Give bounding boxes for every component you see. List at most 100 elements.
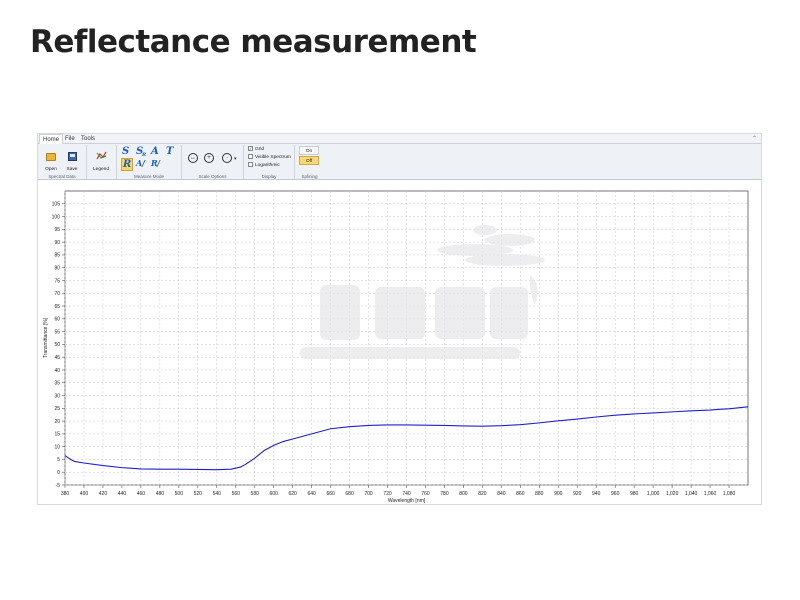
page-title: Reflectance measurement <box>30 24 477 60</box>
x-tick-label: 600 <box>270 491 279 497</box>
visible-spectrum-checkbox[interactable]: Visible Spectrum <box>248 154 291 160</box>
legend-button-label: Legend <box>92 167 109 172</box>
display-group-label: Display <box>261 174 277 179</box>
grid-checkbox-label: Grid <box>255 146 265 152</box>
y-tick-label: -5 <box>56 483 61 489</box>
x-tick-label: 560 <box>232 491 241 497</box>
open-button[interactable]: Open <box>42 148 60 172</box>
x-tick-label: 500 <box>175 491 184 497</box>
zoom-dropdown-chevron-icon[interactable]: ▾ <box>234 156 237 162</box>
y-tick-label: 100 <box>52 214 61 220</box>
x-tick-label: 620 <box>288 491 297 497</box>
x-tick-label: 640 <box>307 491 316 497</box>
x-axis-label: Wavelength [nm] <box>388 498 426 504</box>
x-tick-label: 800 <box>459 491 468 497</box>
y-tick-label: 30 <box>54 393 60 399</box>
tab-file[interactable]: File <box>65 134 75 144</box>
legend-button[interactable]: Legend <box>92 148 110 172</box>
logarithmic-checkbox[interactable]: Logarithmic <box>248 162 280 168</box>
mode-r-button[interactable]: R <box>121 158 134 171</box>
x-tick-label: 420 <box>99 491 108 497</box>
display-group: ✓ Grid Visible Spectrum Logarithmic Displ… <box>244 145 295 179</box>
y-tick-label: 35 <box>54 381 60 387</box>
x-tick-label: 660 <box>326 491 335 497</box>
splining-group: On Off Splining <box>295 145 324 179</box>
grid-checkbox[interactable]: ✓ Grid <box>248 146 264 152</box>
folder-icon <box>46 153 56 161</box>
x-tick-label: 1,060 <box>704 491 717 497</box>
y-tick-label: 95 <box>54 227 60 233</box>
x-tick-label: 400 <box>80 491 89 497</box>
x-tick-label: 780 <box>440 491 449 497</box>
spectral-data-group-label: Spectral Data <box>48 174 76 179</box>
y-axis-label: Transmittance [%] <box>43 317 49 358</box>
x-tick-label: 580 <box>251 491 260 497</box>
x-tick-label: 740 <box>402 491 411 497</box>
legend-icon <box>95 151 107 160</box>
x-tick-label: 720 <box>383 491 392 497</box>
open-button-label: Open <box>45 167 57 172</box>
save-disk-icon <box>67 152 77 161</box>
save-button[interactable]: Save <box>63 148 81 172</box>
visible-spectrum-checkbox-box <box>248 154 253 159</box>
transmittance-plot[interactable]: 380 400 420 440 460 480 500 520 540 560 580 600 620 6… <box>38 181 761 505</box>
x-tick-label: 1,020 <box>666 491 679 497</box>
y-tick-label: 50 <box>54 342 60 348</box>
y-tick-label: 105 <box>52 202 61 208</box>
x-tick-label: 1,040 <box>685 491 698 497</box>
measure-mode-group-label: Measure Mode <box>133 174 164 179</box>
legend-group: Legend <box>87 145 117 179</box>
x-tick-label: 680 <box>345 491 354 497</box>
scale-options-group: ↔ + · ▾ Scale Options <box>182 145 244 179</box>
y-tick-label: 70 <box>54 291 60 297</box>
visible-spectrum-checkbox-label: Visible Spectrum <box>255 154 291 160</box>
x-tick-label: 760 <box>421 491 430 497</box>
tab-tools[interactable]: Tools <box>81 134 95 144</box>
x-tick-label: 540 <box>213 491 222 497</box>
y-tick-label: 90 <box>54 240 60 246</box>
logarithmic-checkbox-label: Logarithmic <box>255 162 280 168</box>
x-tick-label: 460 <box>137 491 146 497</box>
splining-on-button[interactable]: On <box>299 146 319 155</box>
x-tick-label: 880 <box>535 491 544 497</box>
y-tick-label: 5 <box>57 457 60 463</box>
y-tick-label: 20 <box>54 419 60 425</box>
y-tick-label: 80 <box>54 265 60 271</box>
scale-options-group-label: Scale Options <box>198 174 227 179</box>
mode-a-ratio-slash: / <box>142 158 145 168</box>
zoom-in-icon[interactable]: + <box>204 153 214 163</box>
y-tick-label: 85 <box>54 253 60 259</box>
y-tick-label: 40 <box>54 368 60 374</box>
x-tick-label: 480 <box>156 491 165 497</box>
x-tick-label: 440 <box>118 491 127 497</box>
x-tick-label: 960 <box>611 491 620 497</box>
ribbon-collapse-icon[interactable]: ⌃ <box>752 135 757 142</box>
spectrum-app-window: Home File Tools ⌃ Open Save Spectral Dat… <box>37 133 762 505</box>
splining-off-button[interactable]: Off <box>299 156 319 165</box>
splining-group-label: Splining <box>301 174 318 179</box>
x-tick-label: 940 <box>592 491 601 497</box>
x-tick-label: 900 <box>554 491 563 497</box>
x-tick-label: 520 <box>194 491 203 497</box>
x-tick-label: 860 <box>516 491 525 497</box>
mode-a-button[interactable]: A <box>151 146 159 157</box>
x-tick-label: 1,000 <box>647 491 660 497</box>
x-tick-label: 1,080 <box>723 491 736 497</box>
spectral-data-group: Open Save Spectral Data <box>38 145 87 179</box>
zoom-fit-icon[interactable]: ↔ <box>188 153 198 163</box>
zoom-menu-icon[interactable]: · <box>222 153 232 163</box>
mode-s-button[interactable]: S <box>122 146 129 157</box>
x-tick-label: 980 <box>630 491 639 497</box>
y-tick-label: 15 <box>54 432 60 438</box>
x-tick-label: 700 <box>364 491 373 497</box>
y-tick-label: 55 <box>54 329 60 335</box>
ribbon: Open Save Spectral Data Legend S S R A T… <box>38 144 761 180</box>
measure-mode-group: S S R A T R A / R / Measure Mode <box>117 145 182 179</box>
x-tick-label: 380 <box>61 491 70 497</box>
ribbon-tab-bar: Home File Tools ⌃ <box>38 134 761 145</box>
x-tick-label: 840 <box>497 491 506 497</box>
y-tick-label: 75 <box>54 278 60 284</box>
y-tick-label: 25 <box>54 406 60 412</box>
mode-t-button[interactable]: T <box>166 146 173 157</box>
y-tick-label: 45 <box>54 355 60 361</box>
